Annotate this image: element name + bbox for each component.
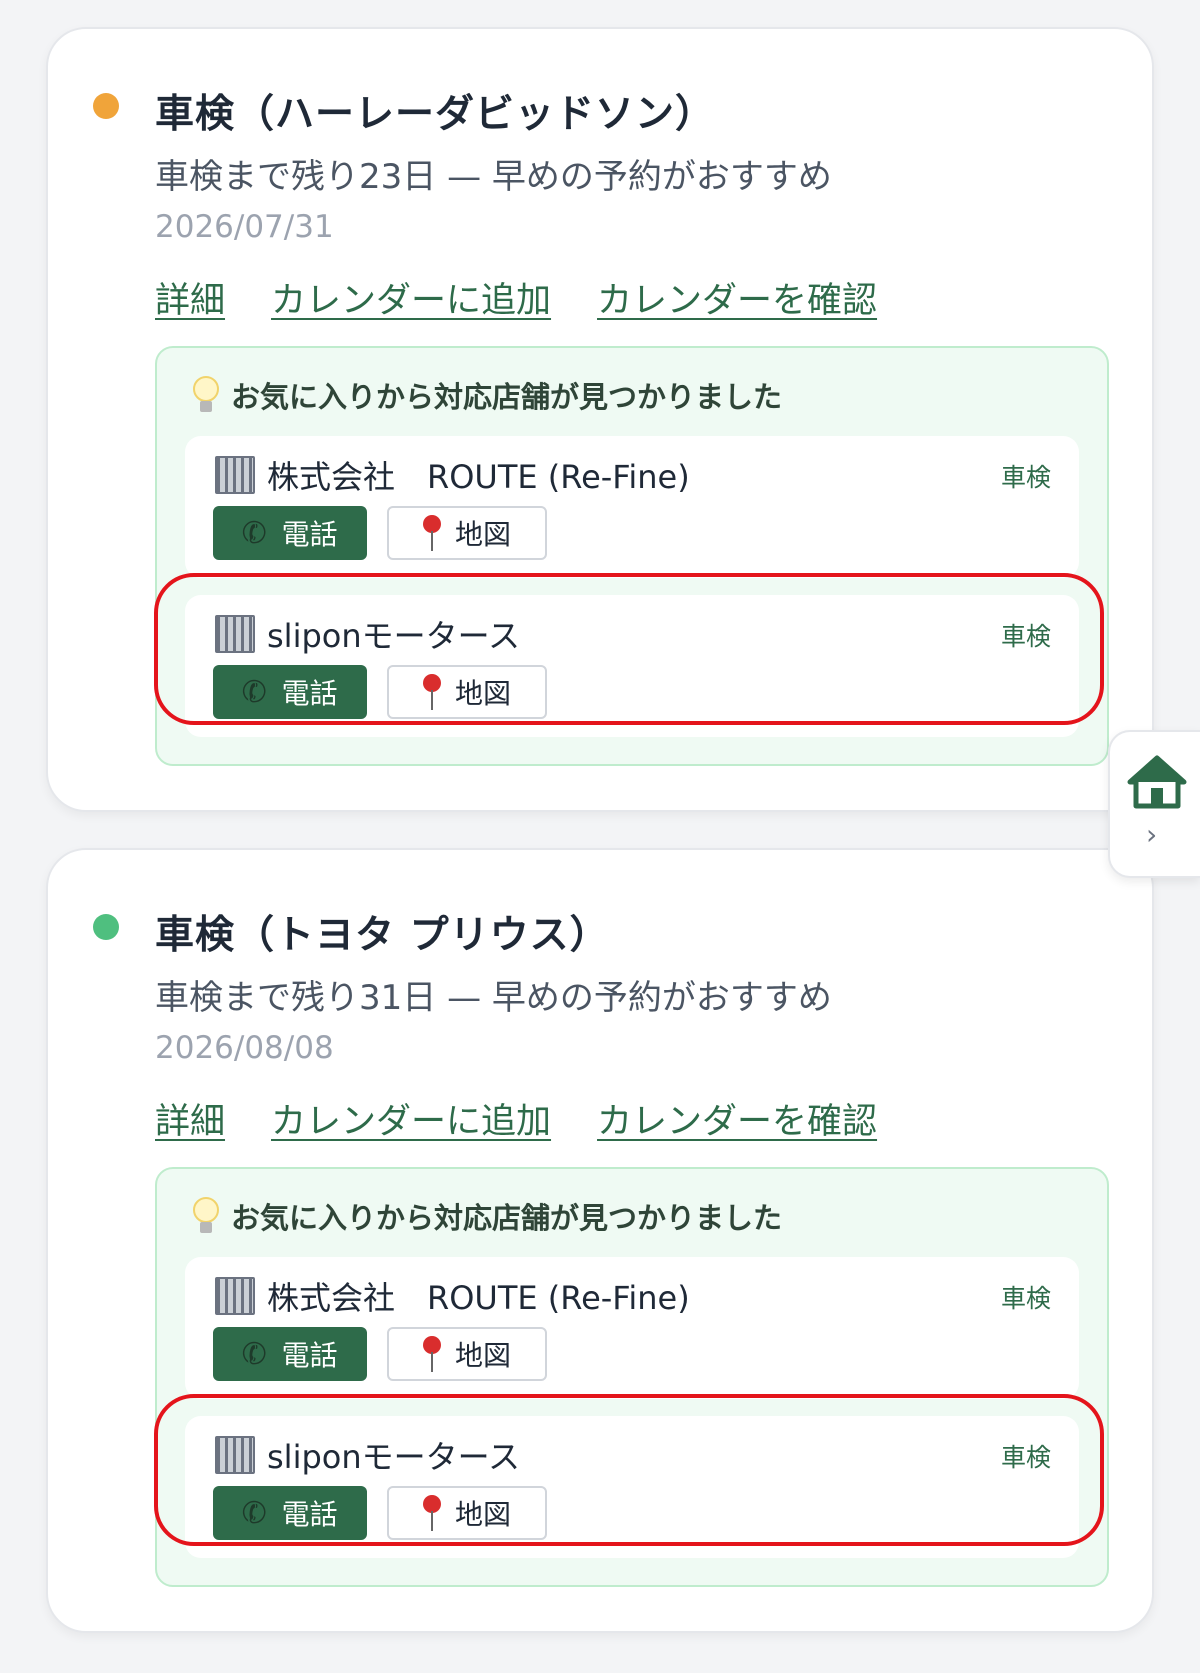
building-icon (215, 456, 255, 494)
service-tag: 車検 (1000, 1284, 1051, 1313)
call-button[interactable]: ✆ 電話 (213, 506, 367, 560)
shop-name: sliponモータース (267, 1438, 521, 1476)
shop-item: 株式会社 ROUTE (Re-Fine) 車検 ✆ 電話 地図 (185, 1257, 1079, 1399)
call-button[interactable]: ✆ 電話 (213, 1327, 367, 1381)
pin-icon (422, 1495, 441, 1531)
shop-name-row: 株式会社 ROUTE (Re-Fine) (215, 452, 690, 498)
map-button-label: 地図 (454, 677, 511, 710)
map-button[interactable]: 地図 (387, 1486, 547, 1540)
chevron-right-icon: › (1146, 818, 1158, 851)
status-dot (93, 93, 119, 119)
phone-icon: ✆ (238, 671, 272, 713)
recommended-shops-title: お気に入りから対応店舗が見つかりました (231, 380, 783, 414)
reminder-date: 2026/07/31 (155, 209, 334, 245)
call-button-label: 電話 (281, 1339, 338, 1372)
shop-item: sliponモータース 車検 ✆ 電話 地図 (185, 595, 1079, 737)
reminder-subtitle: 車検まで残り23日 — 早めの予約がおすすめ (155, 157, 832, 197)
home-side-tab[interactable]: › (1108, 730, 1200, 878)
lightbulb-icon (193, 1197, 219, 1235)
lightbulb-icon (193, 376, 219, 414)
reminder-title: 車検（ハーレーダビッドソン） (155, 92, 716, 137)
call-button-label: 電話 (281, 677, 338, 710)
view-calendar-link[interactable]: カレンダーを確認 (597, 1093, 877, 1144)
shop-item: sliponモータース 車検 ✆ 電話 地図 (185, 1416, 1079, 1558)
recommended-shops-panel: お気に入りから対応店舗が見つかりました 株式会社 ROUTE (Re-Fine)… (154, 1167, 1109, 1587)
action-links: 詳細 カレンダーに追加 カレンダーを確認 (155, 272, 877, 323)
add-to-calendar-link[interactable]: カレンダーに追加 (271, 272, 551, 323)
map-button-label: 地図 (454, 1339, 511, 1372)
map-button-label: 地図 (454, 518, 511, 551)
add-to-calendar-link[interactable]: カレンダーに追加 (271, 1093, 551, 1144)
map-button[interactable]: 地図 (387, 506, 547, 560)
recommended-shops-panel: お気に入りから対応店舗が見つかりました 株式会社 ROUTE (Re-Fine)… (154, 346, 1109, 766)
view-calendar-link[interactable]: カレンダーを確認 (597, 272, 877, 323)
phone-icon: ✆ (238, 512, 272, 554)
pin-icon (422, 515, 441, 551)
status-dot (93, 914, 119, 940)
pin-icon (422, 674, 441, 710)
shop-name: 株式会社 ROUTE (Re-Fine) (267, 458, 690, 496)
call-button[interactable]: ✆ 電話 (213, 1486, 367, 1540)
shop-name-row: 株式会社 ROUTE (Re-Fine) (215, 1273, 690, 1319)
map-button[interactable]: 地図 (387, 665, 547, 719)
phone-icon: ✆ (238, 1333, 272, 1375)
shop-item: 株式会社 ROUTE (Re-Fine) 車検 ✆ 電話 地図 (185, 436, 1079, 578)
reminder-subtitle: 車検まで残り31日 — 早めの予約がおすすめ (155, 978, 832, 1018)
service-tag: 車検 (1000, 463, 1051, 492)
call-button-label: 電話 (281, 518, 338, 551)
details-link[interactable]: 詳細 (155, 1093, 225, 1144)
building-icon (215, 1436, 255, 1474)
recommended-shops-heading: お気に入りから対応店舗が見つかりました (193, 1195, 782, 1237)
pin-icon (422, 1336, 441, 1372)
map-button[interactable]: 地図 (387, 1327, 547, 1381)
shop-name-row: sliponモータース (215, 611, 520, 657)
call-button-label: 電話 (281, 1498, 338, 1531)
recommended-shops-heading: お気に入りから対応店舗が見つかりました (193, 374, 782, 416)
reminder-date: 2026/08/08 (155, 1030, 334, 1066)
reminder-card: 車検（ハーレーダビッドソン） 車検まで残り23日 — 早めの予約がおすすめ 20… (46, 27, 1154, 812)
shop-name: sliponモータース (267, 617, 521, 655)
recommended-shops-title: お気に入りから対応店舗が見つかりました (231, 1201, 783, 1235)
house-icon (1127, 755, 1187, 809)
building-icon (215, 615, 255, 653)
call-button[interactable]: ✆ 電話 (213, 665, 367, 719)
map-button-label: 地図 (454, 1498, 511, 1531)
shop-name: 株式会社 ROUTE (Re-Fine) (267, 1279, 690, 1317)
action-links: 詳細 カレンダーに追加 カレンダーを確認 (155, 1093, 877, 1144)
reminder-title: 車検（トヨタ プリウス） (155, 913, 610, 958)
details-link[interactable]: 詳細 (155, 272, 225, 323)
shop-name-row: sliponモータース (215, 1432, 520, 1478)
service-tag: 車検 (1000, 622, 1051, 651)
reminder-card: 車検（トヨタ プリウス） 車検まで残り31日 — 早めの予約がおすすめ 2026… (46, 848, 1154, 1633)
building-icon (215, 1277, 255, 1315)
service-tag: 車検 (1000, 1443, 1051, 1472)
phone-icon: ✆ (238, 1492, 272, 1534)
